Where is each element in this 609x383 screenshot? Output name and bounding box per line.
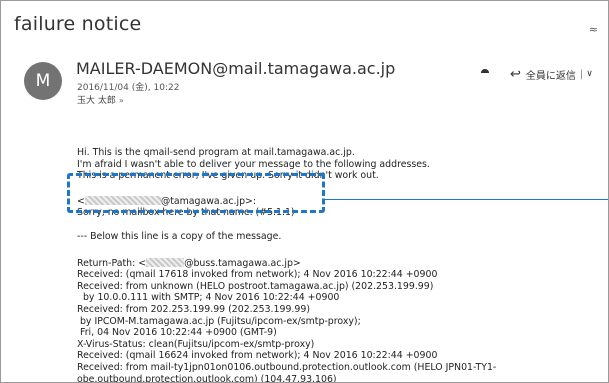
message-subject: failure notice (14, 13, 142, 35)
reply-all-icon: ↩ (510, 66, 521, 82)
sender-avatar: M (24, 62, 62, 100)
redacted-username (146, 257, 185, 267)
forward-button[interactable]: ⯊ (475, 67, 495, 83)
forward-icon: ⯊ (480, 67, 490, 80)
header-line: Received: (qmail 17618 invoked from netw… (77, 269, 438, 281)
body-line: I'm afraid I wasn't able to deliver your… (77, 158, 430, 170)
expand-recipients-icon[interactable]: » (119, 96, 124, 105)
header-line: obe.outbound.protection.outlook.com) (10… (77, 373, 337, 383)
message-date: 2016/11/04 (金), 10:22 (77, 83, 180, 93)
reply-all-button[interactable]: ↩ 全員に返信 | ∨ (510, 64, 593, 84)
collapse-icon[interactable]: ≈ (589, 23, 598, 36)
recipient-line[interactable]: 玉大 太郎» (77, 93, 124, 106)
header-line: X-Virus-Status: clean(Fujitsu/ipcom-ex/s… (77, 338, 315, 350)
error-highlight-box (67, 173, 325, 213)
more-actions-icon[interactable]: ∨ (586, 69, 593, 79)
return-path-line: Return-Path: < @buss.tamagawa.ac.jp> (77, 257, 301, 269)
reply-all-label: 全員に返信 (525, 70, 576, 82)
toolbar-separator: | (579, 68, 584, 80)
header-line: Received: from 202.253.199.99 (202.253.1… (77, 303, 310, 315)
body-line: Hi. This is the qmail-send program at ma… (77, 147, 355, 158)
header-line: Received: from unknown (HELO postroot.ta… (77, 280, 434, 292)
header-line: by IPCOM-M.tamagawa.ac.jp (Fujitsu/ipcom… (77, 315, 361, 327)
header-line: Fri, 04 Nov 2016 10:22:44 +0900 (GMT-9) (77, 327, 277, 339)
email-reading-pane: failure notice ≈ M MAILER-DAEMON@mail.ta… (0, 0, 609, 383)
header-line: Received: (qmail 16624 invoked from netw… (77, 350, 438, 362)
sender-address: MAILER-DAEMON@mail.tamagawa.ac.jp (76, 59, 396, 78)
body-line: --- Below this line is a copy of the mes… (77, 230, 282, 242)
header-line: by 10.0.0.111 with SMTP; 4 Nov 2016 10:2… (77, 292, 340, 304)
header-line: Received: from mail-ty1jpn01on0106.outbo… (77, 361, 497, 373)
callout-line (325, 199, 608, 200)
recipient-name: 玉大 太郎 (77, 96, 116, 106)
